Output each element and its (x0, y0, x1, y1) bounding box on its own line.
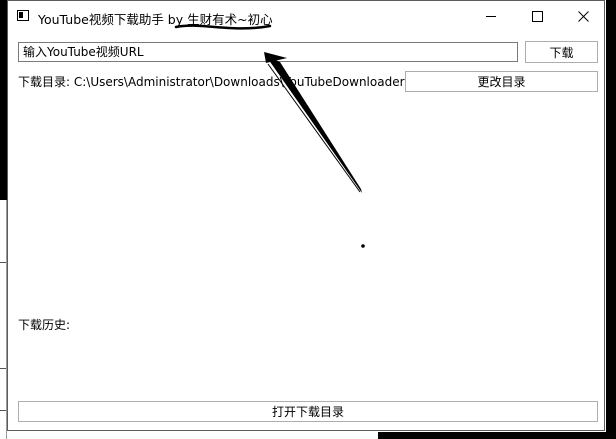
close-button[interactable] (560, 1, 606, 32)
open-download-directory-button[interactable]: 打开下载目录 (18, 401, 598, 422)
minimize-button[interactable] (468, 1, 514, 32)
url-input[interactable] (18, 42, 518, 62)
app-window: YouTube视频下载助手 by 生财有术~初心 下载 下载目录: C:\Use… (7, 0, 605, 431)
background-window-edge (0, 200, 7, 439)
background-window-edge (378, 432, 616, 439)
background-tick (0, 262, 6, 263)
title-bar[interactable]: YouTube视频下载助手 by 生财有术~初心 (8, 1, 604, 33)
background-tick (0, 410, 6, 411)
window-title: YouTube视频下载助手 by 生财有术~初心 (38, 12, 273, 27)
download-directory-label: 下载目录: C:\Users\Administrator\Downloads\Y… (18, 75, 405, 89)
minimize-icon (486, 16, 496, 17)
background-tick (0, 368, 6, 369)
background-window-edge (606, 0, 616, 439)
app-icon (17, 10, 29, 21)
close-icon (577, 11, 589, 22)
maximize-button[interactable] (514, 1, 560, 32)
change-directory-button[interactable]: 更改目录 (405, 71, 598, 92)
download-button[interactable]: 下载 (525, 41, 598, 63)
background-window-edge (0, 0, 7, 200)
download-history-label: 下载历史: (18, 318, 71, 332)
maximize-icon (531, 11, 543, 22)
